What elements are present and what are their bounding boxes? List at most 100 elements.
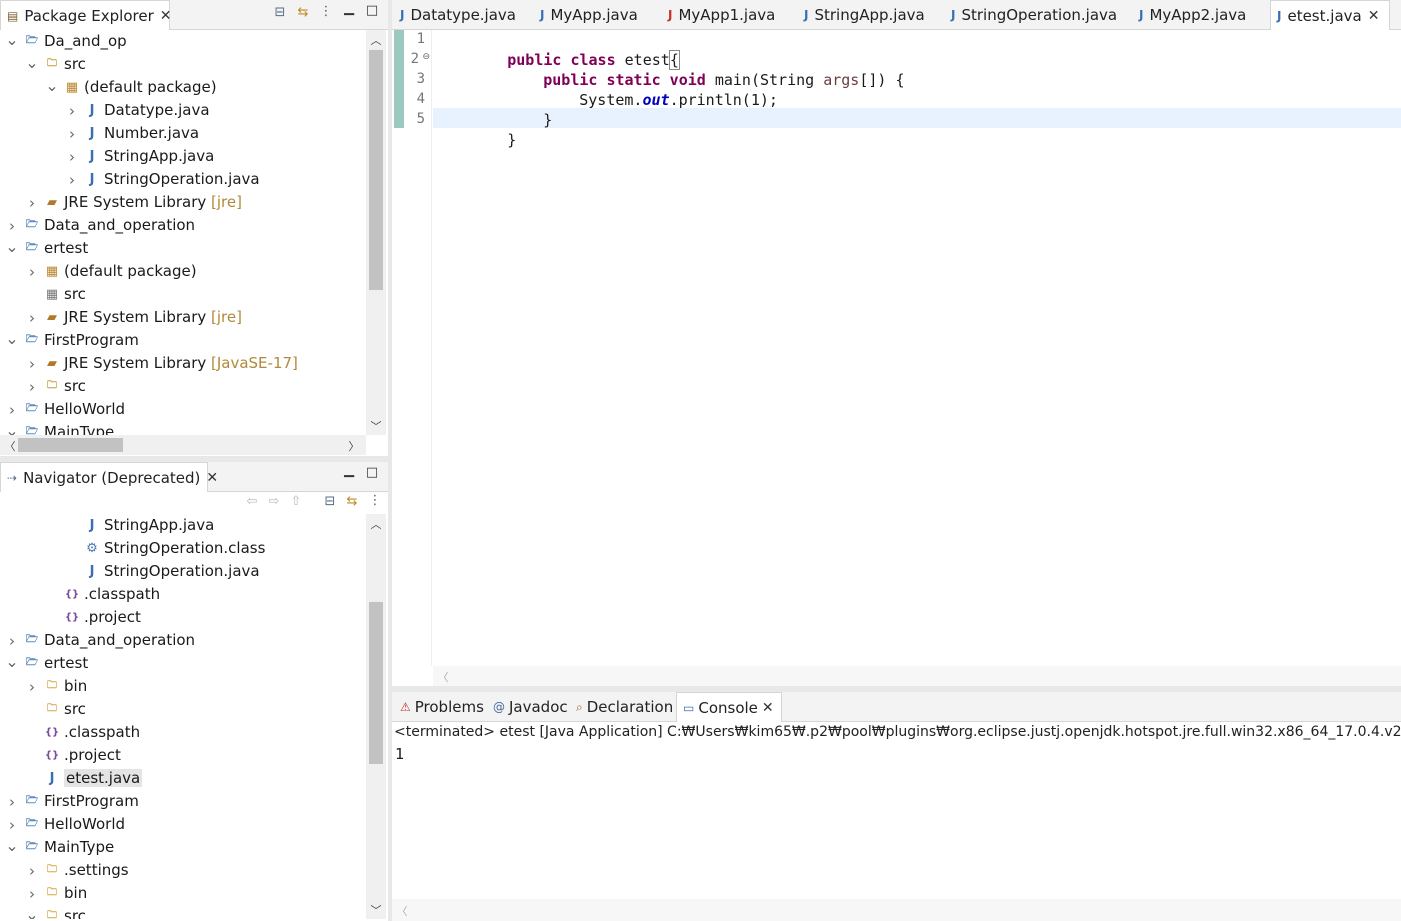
hscroll-thumb[interactable] bbox=[18, 438, 123, 452]
tree-item[interactable]: ▦ src bbox=[0, 283, 366, 306]
chevron-right-icon[interactable]: › bbox=[25, 355, 39, 373]
chevron-down-icon[interactable]: ⌄ bbox=[5, 329, 19, 348]
bottom-tab[interactable]: ⚠ Problems bbox=[394, 692, 484, 722]
chevron-down-icon[interactable]: ⌄ bbox=[5, 237, 19, 256]
editor-tab[interactable]: J StringApp.java bbox=[798, 0, 938, 30]
editor-tab[interactable]: J MyApp1.java bbox=[662, 0, 792, 30]
tree-item[interactable]: ⌄ 🗁 MainType bbox=[0, 836, 366, 859]
scroll-left-arrow[interactable]: 〈 bbox=[2, 438, 18, 454]
up-folder-icon[interactable]: ⇧ bbox=[288, 495, 304, 508]
tree-item[interactable]: Jetest.java bbox=[0, 767, 366, 790]
tree-item[interactable]: › 🗁 Data_and_operation bbox=[0, 214, 366, 237]
close-icon[interactable]: ✕ bbox=[1368, 8, 1380, 24]
scroll-left-arrow[interactable]: 〈 bbox=[435, 669, 451, 685]
tree-item[interactable]: ⌄ ▦ (default package) bbox=[0, 76, 366, 99]
tree-item[interactable]: ⌄ 🗁 FirstProgram bbox=[0, 329, 366, 352]
chevron-right-icon[interactable]: › bbox=[25, 862, 39, 880]
tree-item[interactable]: ⌄ 🗁 ertest bbox=[0, 237, 366, 260]
chevron-right-icon[interactable]: › bbox=[25, 263, 39, 281]
tree-item[interactable]: J StringApp.java bbox=[0, 514, 366, 537]
tree-item[interactable]: › 🗁 Data_and_operation bbox=[0, 629, 366, 652]
editor-tab[interactable]: J MyApp2.java bbox=[1133, 0, 1263, 30]
tree-item[interactable]: › ▦ (default package) bbox=[0, 260, 366, 283]
scroll-up-arrow[interactable]: ︿ bbox=[368, 32, 384, 48]
chevron-down-icon[interactable]: ⌄ bbox=[5, 30, 19, 49]
editor-tab[interactable]: J MyApp.java bbox=[534, 0, 656, 30]
tree-item[interactable]: J StringOperation.java bbox=[0, 560, 366, 583]
chevron-right-icon[interactable]: › bbox=[25, 309, 39, 327]
chevron-right-icon[interactable]: › bbox=[65, 171, 79, 189]
minimize-icon[interactable]: ▁ bbox=[341, 464, 357, 477]
editor-tab[interactable]: Jetest.java ✕ bbox=[1270, 0, 1390, 30]
view-menu-icon[interactable]: ⋮ bbox=[318, 5, 334, 18]
editor-hscrollbar[interactable]: 〈 bbox=[433, 666, 1401, 686]
scroll-down-arrow[interactable]: ﹀ bbox=[368, 902, 384, 918]
chevron-down-icon[interactable]: ⌄ bbox=[5, 652, 19, 671]
tree-item[interactable]: 🗀 src bbox=[0, 698, 366, 721]
chevron-right-icon[interactable]: › bbox=[25, 378, 39, 396]
close-icon[interactable]: ✕ bbox=[762, 700, 774, 716]
tree-item[interactable]: › J StringApp.java bbox=[0, 145, 366, 168]
tree-item[interactable]: › 🗀 bin bbox=[0, 675, 366, 698]
tree-item[interactable]: › ▰ JRE System Library [jre] bbox=[0, 306, 366, 329]
chevron-down-icon[interactable]: ⌄ bbox=[25, 905, 39, 919]
console-hscrollbar[interactable]: 〈 bbox=[392, 899, 1401, 921]
tree-item[interactable]: › 🗀 .settings bbox=[0, 859, 366, 882]
tree-item[interactable]: {} .classpath bbox=[0, 721, 366, 744]
tree-item[interactable]: › 🗁 HelloWorld bbox=[0, 398, 366, 421]
chevron-right-icon[interactable]: › bbox=[65, 102, 79, 120]
close-icon[interactable]: ✕ bbox=[160, 8, 172, 24]
collapse-all-icon[interactable]: ⊟ bbox=[322, 495, 338, 508]
tree-item[interactable]: ⌄ 🗀 src bbox=[0, 905, 366, 919]
tree-item[interactable]: ⌄ 🗁 ertest bbox=[0, 652, 366, 675]
scroll-thumb[interactable] bbox=[369, 50, 383, 290]
maximize-icon[interactable]: □ bbox=[364, 466, 380, 479]
tree-item[interactable]: ⌄ 🗀 src bbox=[0, 53, 366, 76]
view-menu-icon[interactable]: ⋮ bbox=[367, 494, 383, 507]
scroll-thumb[interactable] bbox=[369, 602, 383, 764]
tab-navigator[interactable]: ⇢ Navigator (Deprecated) ✕ bbox=[0, 462, 218, 492]
package-explorer-hscrollbar[interactable]: 〈 〉 bbox=[0, 435, 366, 455]
editor-tab[interactable]: J Datatype.java bbox=[394, 0, 529, 30]
bottom-tab[interactable]: @ Javadoc bbox=[487, 692, 568, 722]
chevron-down-icon[interactable]: ⌄ bbox=[25, 53, 39, 72]
collapse-all-icon[interactable]: ⊟ bbox=[272, 6, 288, 19]
chevron-down-icon[interactable]: ⌄ bbox=[45, 76, 59, 95]
chevron-right-icon[interactable]: › bbox=[65, 148, 79, 166]
chevron-right-icon[interactable]: › bbox=[5, 632, 19, 650]
chevron-right-icon[interactable]: › bbox=[5, 217, 19, 235]
scroll-up-arrow[interactable]: ︿ bbox=[368, 516, 384, 532]
tree-item[interactable]: ⌄ 🗁 Da_and_op bbox=[0, 30, 366, 53]
tree-item[interactable]: › ▰ JRE System Library [jre] bbox=[0, 191, 366, 214]
tree-item[interactable]: › ▰ JRE System Library [JavaSE-17] bbox=[0, 352, 366, 375]
tab-package-explorer[interactable]: ▤ Package Explorer ✕ bbox=[0, 0, 172, 30]
scroll-down-arrow[interactable]: ﹀ bbox=[368, 418, 384, 434]
scroll-right-arrow[interactable]: 〉 bbox=[346, 438, 362, 454]
tree-item[interactable]: › J StringOperation.java bbox=[0, 168, 366, 191]
forward-arrow-icon[interactable]: ⇨ bbox=[266, 495, 282, 508]
chevron-right-icon[interactable]: › bbox=[5, 793, 19, 811]
link-with-editor-icon[interactable]: ⇆ bbox=[344, 495, 360, 508]
chevron-right-icon[interactable]: › bbox=[5, 816, 19, 834]
chevron-down-icon[interactable]: ⌄ bbox=[5, 836, 19, 855]
back-arrow-icon[interactable]: ⇦ bbox=[244, 495, 260, 508]
close-icon[interactable]: ✕ bbox=[206, 470, 218, 486]
tree-item[interactable]: ⌄ 🗁 MainType bbox=[0, 421, 366, 435]
tree-item[interactable]: › 🗀 src bbox=[0, 375, 366, 398]
minimize-icon[interactable]: ▁ bbox=[341, 2, 357, 15]
tree-item[interactable]: › J Datatype.java bbox=[0, 99, 366, 122]
chevron-right-icon[interactable]: › bbox=[25, 194, 39, 212]
chevron-right-icon[interactable]: › bbox=[25, 885, 39, 903]
tree-item[interactable]: › J Number.java bbox=[0, 122, 366, 145]
navigator-vscrollbar[interactable]: ︿ ﹀ bbox=[366, 514, 386, 919]
chevron-right-icon[interactable]: › bbox=[25, 678, 39, 696]
maximize-icon[interactable]: □ bbox=[364, 4, 380, 17]
tree-item[interactable]: › 🗀 bin bbox=[0, 882, 366, 905]
tree-item[interactable]: {} .project bbox=[0, 606, 366, 629]
package-explorer-vscrollbar[interactable]: ︿ ﹀ bbox=[366, 30, 386, 435]
chevron-right-icon[interactable]: › bbox=[5, 401, 19, 419]
tree-item[interactable]: ⚙ StringOperation.class bbox=[0, 537, 366, 560]
bottom-tab[interactable]: ⌕ Declaration bbox=[570, 692, 673, 722]
editor-area[interactable]: 1 2 ⊖ 3 4 5 public class etest{ public s… bbox=[392, 30, 1401, 686]
fold-collapse-icon[interactable]: ⊖ bbox=[422, 52, 430, 62]
